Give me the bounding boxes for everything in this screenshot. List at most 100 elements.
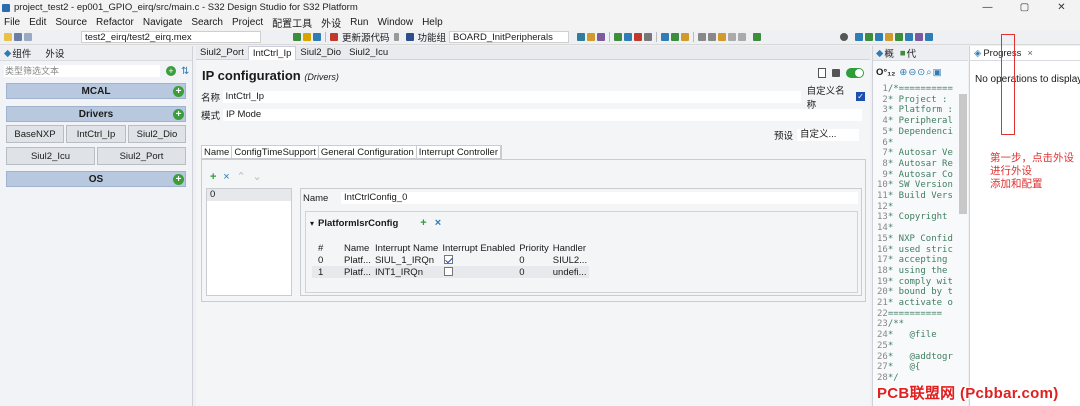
save-all-icon[interactable] [24, 33, 32, 41]
row-handler[interactable]: SIUL2... [551, 254, 589, 266]
perspective-icon-5[interactable] [895, 33, 904, 41]
name-field[interactable]: IntCtrl_Ip [222, 90, 801, 103]
field-name-input[interactable]: IntCtrlConfig_0 [341, 192, 858, 204]
isr-add-icon[interactable]: + [420, 217, 426, 229]
perspective-icon-6[interactable] [905, 33, 914, 41]
enable-toggle[interactable] [846, 68, 864, 78]
table-row[interactable]: 0 Platf... SIUL_1_IRQn 0 SIUL2... [312, 254, 589, 266]
tab-siul2-port[interactable]: Siul2_Port [196, 46, 248, 60]
component-siul2-port[interactable]: Siul2_Port [97, 147, 186, 165]
add-drivers-icon[interactable]: + [173, 109, 184, 120]
nav-back-icon[interactable] [698, 33, 707, 41]
row-handler[interactable]: undefi... [550, 266, 590, 278]
new-icon[interactable] [4, 33, 12, 41]
update-code-button[interactable]: 更新源代码 [342, 30, 390, 44]
row-enabled-cell[interactable] [440, 254, 517, 266]
tab-general-configuration[interactable]: General Configuration [319, 146, 417, 158]
tool-icon-6[interactable] [634, 33, 643, 41]
update-code-icon[interactable] [330, 33, 338, 41]
list-item[interactable]: 0 [207, 189, 291, 201]
menu-config-tools[interactable]: 配置工具 [272, 15, 312, 30]
tab-name[interactable]: Name [202, 146, 233, 158]
menu-source[interactable]: Source [55, 17, 87, 28]
mode-field[interactable]: IP Mode [223, 108, 862, 121]
perspective-icon-1[interactable] [855, 33, 864, 41]
menu-edit[interactable]: Edit [29, 17, 46, 28]
tab-siul2-icu[interactable]: Siul2_Icu [345, 46, 392, 60]
collapse-icon[interactable]: ▾ [310, 219, 314, 228]
perspective-icon-2[interactable] [865, 33, 874, 41]
external-tools-icon[interactable] [681, 33, 690, 41]
row-enabled-cell[interactable] [440, 266, 518, 278]
perspective-icon-8[interactable] [925, 33, 934, 41]
menu-search[interactable]: Search [191, 17, 223, 28]
menu-window[interactable]: Window [377, 17, 413, 28]
code-preview[interactable]: 1/*========== 2* Project : 3* Platform :… [877, 84, 955, 384]
move-up-icon[interactable]: ⌃ [236, 172, 245, 183]
menu-help[interactable]: Help [422, 17, 443, 28]
maximize-button[interactable]: ▢ [1006, 0, 1043, 15]
tab-config-time-support[interactable]: ConfigTimeSupport [232, 146, 319, 158]
prev-edit-icon[interactable] [728, 33, 737, 41]
tab-components[interactable]: 组件 [12, 46, 31, 60]
clocks-icon[interactable] [313, 33, 321, 41]
find-icon[interactable]: ⌕ [926, 67, 931, 78]
add-icon[interactable]: + [210, 172, 216, 183]
row-name[interactable]: Platf... [342, 266, 373, 278]
component-siul2-icu[interactable]: Siul2_Icu [6, 147, 95, 165]
menu-refactor[interactable]: Refactor [96, 17, 134, 28]
tab-outline[interactable]: 概 [884, 46, 894, 60]
row-priority[interactable]: 0 [517, 266, 551, 278]
perspective-icon-4[interactable] [885, 33, 894, 41]
menu-peripherals[interactable]: 外设 [321, 15, 341, 30]
group-mcal[interactable]: MCAL + [6, 83, 186, 99]
filter-input[interactable]: 类型筛选文本 [4, 65, 160, 77]
row-irq[interactable]: SIUL_1_IRQn [373, 254, 440, 266]
add-component-icon[interactable]: + [166, 66, 176, 76]
nav-forward-icon[interactable] [708, 33, 717, 41]
dropdown-icon[interactable] [393, 33, 399, 41]
zoom-in-icon[interactable]: ⊕ [899, 67, 907, 78]
next-edit-icon[interactable] [738, 33, 747, 41]
custom-name-checkbox[interactable]: ✓ [856, 92, 865, 101]
zoom-out-icon[interactable]: ⊖ [908, 67, 916, 78]
zoom-reset-icon[interactable]: ⊙ [917, 67, 925, 78]
tool-icon-3[interactable] [597, 33, 606, 41]
run-icon[interactable] [671, 33, 680, 41]
vertical-scrollbar[interactable] [959, 94, 967, 214]
search-icon[interactable] [840, 33, 849, 41]
group-os[interactable]: OS + [6, 171, 186, 187]
tab-siul2-dio[interactable]: Siul2_Dio [296, 46, 345, 60]
tool-icon-2[interactable] [587, 33, 596, 41]
menu-run[interactable]: Run [350, 17, 368, 28]
row-name[interactable]: Platf... [342, 254, 373, 266]
menu-file[interactable]: File [4, 17, 20, 28]
tab-code[interactable]: 代 [907, 46, 917, 60]
isr-remove-icon[interactable]: × [435, 217, 441, 229]
mex-file-tab[interactable]: test2_eirq/test2_eirq.mex [81, 31, 261, 43]
minimize-button[interactable]: — [969, 0, 1006, 15]
save-icon[interactable] [14, 33, 22, 41]
pins-icon[interactable] [303, 33, 311, 41]
perspective-icon-7[interactable] [915, 33, 924, 41]
tool-icon-7[interactable] [644, 33, 653, 41]
sort-icon[interactable]: ⇅ [181, 66, 189, 77]
tool-icon-1[interactable] [577, 33, 586, 41]
group-drivers[interactable]: Drivers + [6, 106, 186, 122]
lock-icon[interactable] [832, 69, 840, 77]
row-priority[interactable]: 0 [517, 254, 551, 266]
add-mcal-icon[interactable]: + [173, 86, 184, 97]
export-icon[interactable]: ▣ [933, 67, 942, 78]
table-row[interactable]: 1 Platf... INT1_IRQn 0 undefi... [312, 266, 590, 278]
home-icon[interactable] [293, 33, 301, 41]
remove-icon[interactable]: × [223, 172, 229, 183]
tab-peripherals[interactable]: 外设 [45, 46, 64, 60]
preset-select[interactable]: 自定义... [797, 128, 860, 141]
component-intctrl-ip[interactable]: IntCtrl_Ip [66, 125, 126, 143]
pin-editor-icon[interactable] [753, 33, 762, 41]
document-icon[interactable] [818, 68, 826, 78]
interrupt-enabled-checkbox[interactable] [444, 267, 454, 277]
menu-project[interactable]: Project [232, 17, 263, 28]
row-irq[interactable]: INT1_IRQn [372, 266, 441, 278]
menu-navigate[interactable]: Navigate [143, 17, 182, 28]
